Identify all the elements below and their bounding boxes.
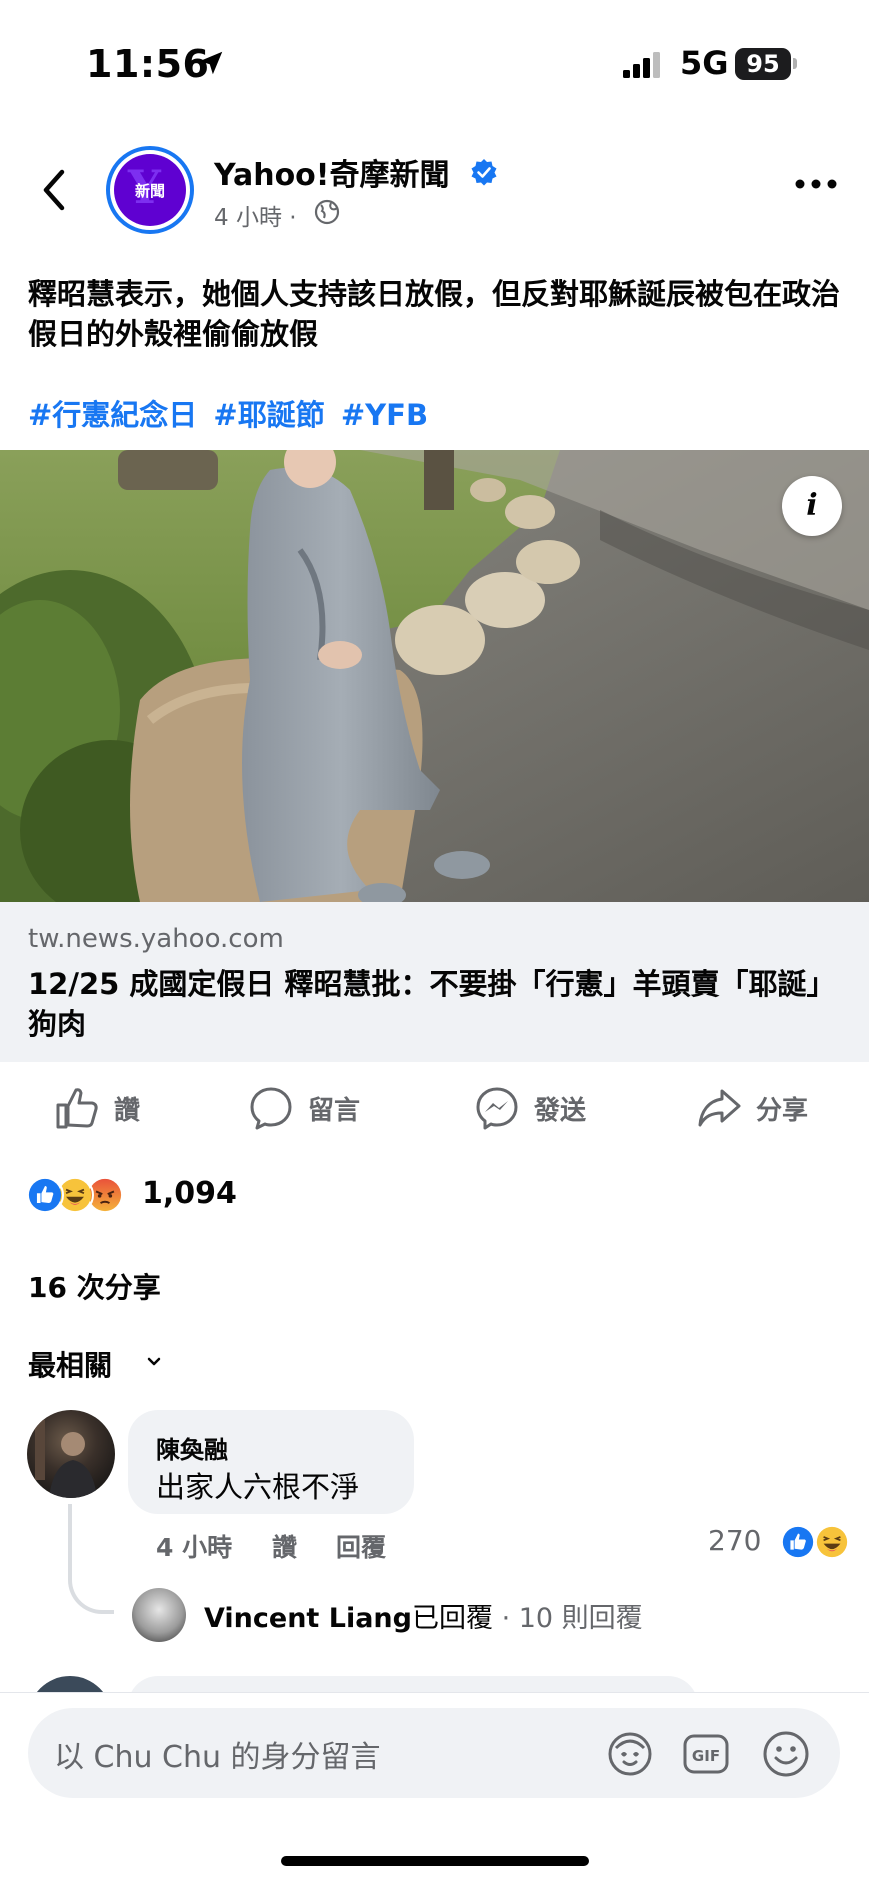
- network-type: 5G: [680, 44, 729, 82]
- hashtag-link[interactable]: #YFB: [341, 398, 428, 432]
- comment-input-placeholder: 以 Chu Chu 的身分留言: [54, 1740, 381, 1775]
- page-name[interactable]: Yahoo!奇摩新聞: [214, 150, 449, 194]
- comment-time: 4 小時: [156, 1533, 233, 1562]
- status-time: 11:56: [86, 42, 210, 86]
- like-button[interactable]: 讚: [54, 1080, 140, 1136]
- like-reaction-icon: [780, 1524, 816, 1560]
- battery-cap: [793, 58, 797, 69]
- like-label: 讚: [114, 1095, 141, 1126]
- verified-badge-icon: [471, 159, 497, 186]
- comment-author[interactable]: 陳奐融: [156, 1430, 228, 1465]
- comment-like-button[interactable]: 讚: [272, 1528, 297, 1564]
- replied-label: 已回覆: [411, 1603, 493, 1634]
- comment-label: 留言: [308, 1095, 361, 1126]
- comment-button[interactable]: 留言: [248, 1080, 360, 1136]
- hashtags: #行憲紀念日 #耶誕節 #YFB: [28, 392, 434, 434]
- hashtag-link[interactable]: #耶誕節: [213, 398, 324, 432]
- comment-input[interactable]: 以 Chu Chu 的身分留言 GIF: [28, 1708, 840, 1798]
- comment-text: 出家人六根不淨: [156, 1470, 360, 1504]
- yahoo-logo: Y 新聞: [114, 154, 186, 226]
- share-arrow-icon: [698, 1089, 741, 1127]
- comment-reply-button[interactable]: 回覆: [336, 1528, 386, 1564]
- hashtag-link[interactable]: #行憲紀念日: [28, 398, 197, 432]
- send-button[interactable]: 發送: [474, 1080, 586, 1136]
- status-bar: 11:56 5G 95: [0, 0, 869, 120]
- reactions-count[interactable]: 1,094: [142, 1176, 237, 1211]
- home-indicator[interactable]: [281, 1856, 589, 1866]
- share-button[interactable]: 分享: [696, 1080, 808, 1136]
- chevron-down-icon[interactable]: [144, 1352, 164, 1372]
- commenter-avatar[interactable]: [27, 1410, 115, 1498]
- avatar-sticker-icon[interactable]: [604, 1728, 656, 1780]
- page-avatar[interactable]: Y 新聞: [106, 146, 194, 234]
- share-label: 分享: [756, 1095, 809, 1126]
- comment-reaction-count[interactable]: 270: [708, 1524, 761, 1557]
- photo-scene: [0, 450, 869, 902]
- gif-icon[interactable]: GIF: [680, 1728, 732, 1780]
- view-replies-link[interactable]: Vincent Liang已回覆 · 10 則回覆: [204, 1596, 643, 1635]
- like-thumb-icon: [56, 1088, 98, 1129]
- post-timestamp[interactable]: 4 小時 ·: [214, 198, 297, 232]
- location-arrow-icon: [199, 51, 223, 75]
- battery-icon: 95: [735, 48, 791, 80]
- messenger-icon: [476, 1087, 518, 1130]
- emoji-icon[interactable]: [760, 1728, 812, 1780]
- comment-bubble-icon: [250, 1087, 292, 1130]
- commenter-photo: [35, 1420, 97, 1498]
- link-domain: tw.news.yahoo.com: [28, 924, 284, 954]
- comment-bubble[interactable]: 陳奐融 出家人六根不淨: [128, 1410, 414, 1514]
- action-bar: 讚 留言 發送 分享: [0, 1080, 869, 1136]
- post-text: 釋昭慧表示，她個人支持該日放假，但反對耶穌誕辰被包在政治假日的外殼裡偷偷放假: [28, 277, 841, 351]
- more-options-icon[interactable]: [792, 174, 840, 194]
- like-reaction-icon: [26, 1176, 64, 1214]
- info-button[interactable]: i: [782, 476, 842, 536]
- haha-reaction-icon: [814, 1524, 850, 1560]
- shares-count[interactable]: 16 次分享: [28, 1266, 161, 1306]
- reply-count: 10 則回覆: [518, 1603, 643, 1634]
- gif-label: GIF: [692, 1747, 720, 1765]
- back-arrow-icon[interactable]: [36, 166, 72, 214]
- replier-name: Vincent Liang: [204, 1603, 412, 1634]
- comment-sort-label[interactable]: 最相關: [28, 1344, 112, 1384]
- link-title: 12/25 成國定假日 釋昭慧批：不要掛「行憲」羊頭賣「耶誕」狗肉: [28, 967, 836, 1041]
- signal-icon: [623, 52, 660, 78]
- avatar-label: 新聞: [134, 182, 165, 200]
- thread-connector: [68, 1504, 114, 1614]
- send-label: 發送: [534, 1095, 587, 1126]
- post-image[interactable]: [0, 450, 869, 902]
- separator-dot: ·: [492, 1603, 519, 1634]
- link-preview[interactable]: tw.news.yahoo.com 12/25 成國定假日 釋昭慧批：不要掛「行…: [0, 902, 869, 1062]
- globe-icon: [314, 199, 340, 225]
- replier-avatar[interactable]: [132, 1588, 186, 1642]
